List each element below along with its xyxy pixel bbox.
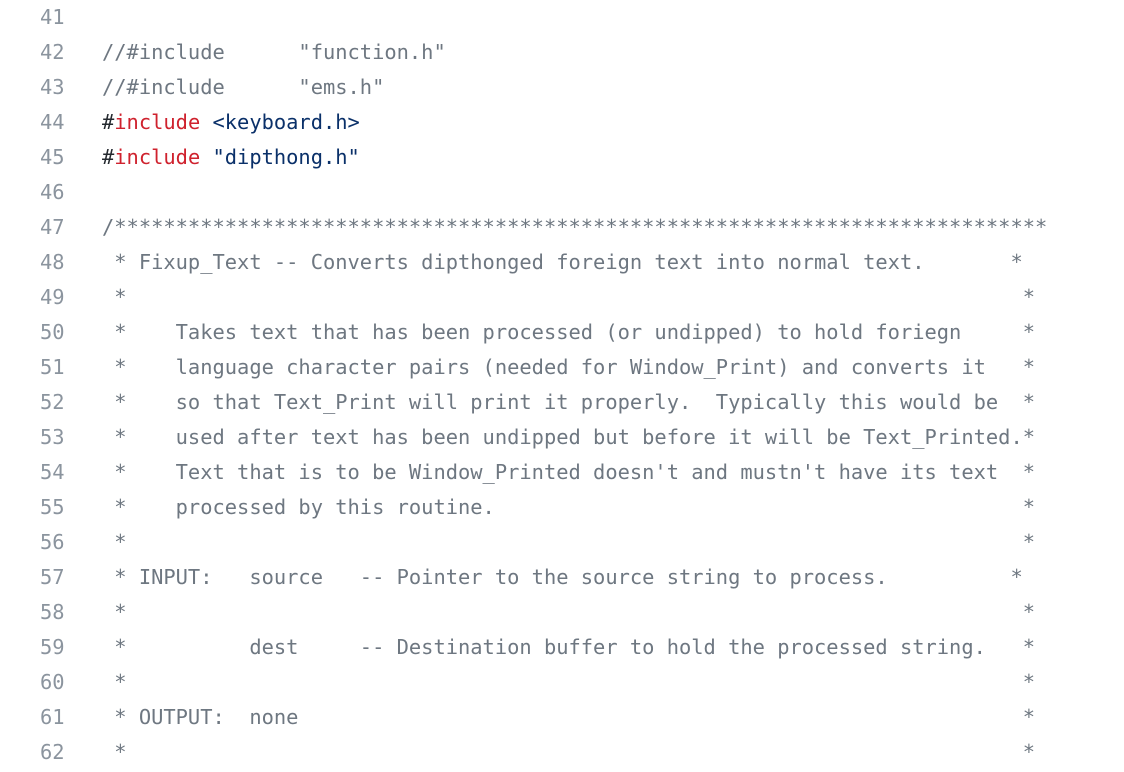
code-line: 60 * * — [0, 665, 1124, 700]
code-line: 49 * * — [0, 280, 1124, 315]
code-token-comment: * Fixup_Text -- Converts dipthonged fore… — [102, 250, 1023, 274]
code-token-comment: * Text that is to be Window_Printed does… — [102, 460, 1035, 484]
line-text: * so that Text_Print will print it prope… — [102, 385, 1035, 420]
line-number[interactable]: 51 — [40, 350, 70, 385]
line-text: * used after text has been undipped but … — [102, 420, 1035, 455]
line-number[interactable]: 43 — [40, 70, 70, 105]
code-token-comment: //#include "ems.h" — [102, 75, 385, 99]
code-token-comment: /***************************************… — [102, 215, 1048, 239]
code-token-comment: //#include "function.h" — [102, 40, 446, 64]
line-number[interactable]: 58 — [40, 595, 70, 630]
line-text: * * — [102, 525, 1035, 560]
code-view: 41 42 //#include "function.h" 43 //#include … — [0, 0, 1124, 772]
code-token-comment: * * — [102, 600, 1035, 624]
code-line: 56 * * — [0, 525, 1124, 560]
line-number[interactable]: 62 — [40, 735, 70, 770]
code-token-comment: * Takes text that has been processed (or… — [102, 320, 1035, 344]
line-text: * * — [102, 665, 1035, 700]
code-token-comment: * * — [102, 285, 1035, 309]
line-text: * INPUT: source -- Pointer to the source… — [102, 560, 1023, 595]
code-line: 55 * processed by this routine. * — [0, 490, 1124, 525]
line-number[interactable]: 61 — [40, 700, 70, 735]
line-text: * * — [102, 595, 1035, 630]
line-number[interactable]: 56 — [40, 525, 70, 560]
line-number[interactable]: 45 — [40, 140, 70, 175]
line-number[interactable]: 48 — [40, 245, 70, 280]
code-line: 51 * language character pairs (needed fo… — [0, 350, 1124, 385]
code-token-comment: * * — [102, 740, 1035, 764]
code-token-comment: * processed by this routine. * — [102, 495, 1035, 519]
code-token-plain: # — [102, 145, 115, 169]
code-line: 62 * * — [0, 735, 1124, 770]
line-number[interactable]: 60 — [40, 665, 70, 700]
line-text: * Text that is to be Window_Printed does… — [102, 455, 1035, 490]
line-text: #include "dipthong.h" — [102, 140, 360, 175]
line-number[interactable]: 42 — [40, 35, 70, 70]
code-line: 61 * OUTPUT: none * — [0, 700, 1124, 735]
code-line: 44 #include <keyboard.h> — [0, 105, 1124, 140]
line-number[interactable]: 54 — [40, 455, 70, 490]
code-token-comment: * * — [102, 530, 1035, 554]
code-lines: 41 42 //#include "function.h" 43 //#include … — [0, 0, 1124, 770]
line-text: #include <keyboard.h> — [102, 105, 360, 140]
code-line: 53 * used after text has been undipped b… — [0, 420, 1124, 455]
line-number[interactable]: 44 — [40, 105, 70, 140]
code-token-comment: * * — [102, 670, 1035, 694]
code-line: 59 * dest -- Destination buffer to hold … — [0, 630, 1124, 665]
code-line: 50 * Takes text that has been processed … — [0, 315, 1124, 350]
code-token-comment: * language character pairs (needed for W… — [102, 355, 1035, 379]
line-text: * OUTPUT: none * — [102, 700, 1035, 735]
line-number[interactable]: 57 — [40, 560, 70, 595]
code-line: 46 — [0, 175, 1124, 210]
code-line: 42 //#include "function.h" — [0, 35, 1124, 70]
code-line: 41 — [0, 0, 1124, 35]
code-token-plain: # — [102, 110, 115, 134]
code-token-comment: * OUTPUT: none * — [102, 705, 1035, 729]
code-line: 43 //#include "ems.h" — [0, 70, 1124, 105]
line-number[interactable]: 41 — [40, 0, 70, 35]
code-token-comment: * dest -- Destination buffer to hold the… — [102, 635, 1035, 659]
line-number[interactable]: 46 — [40, 175, 70, 210]
line-number[interactable]: 50 — [40, 315, 70, 350]
line-text: * * — [102, 735, 1035, 770]
code-line: 54 * Text that is to be Window_Printed d… — [0, 455, 1124, 490]
code-line: 45 #include "dipthong.h" — [0, 140, 1124, 175]
line-number[interactable]: 52 — [40, 385, 70, 420]
code-line: 47 /*************************************… — [0, 210, 1124, 245]
code-line: 52 * so that Text_Print will print it pr… — [0, 385, 1124, 420]
line-text: * Fixup_Text -- Converts dipthonged fore… — [102, 245, 1023, 280]
code-token-comment: * so that Text_Print will print it prope… — [102, 390, 1035, 414]
line-text: //#include "ems.h" — [102, 70, 384, 105]
line-text: * dest -- Destination buffer to hold the… — [102, 630, 1035, 665]
line-text: //#include "function.h" — [102, 35, 446, 70]
code-line: 57 * INPUT: source -- Pointer to the sou… — [0, 560, 1124, 595]
line-text: * language character pairs (needed for W… — [102, 350, 1035, 385]
line-number[interactable]: 49 — [40, 280, 70, 315]
code-line: 58 * * — [0, 595, 1124, 630]
line-number[interactable]: 47 — [40, 210, 70, 245]
line-text: /***************************************… — [102, 210, 1047, 245]
line-text: * * — [102, 280, 1035, 315]
line-text: * processed by this routine. * — [102, 490, 1035, 525]
line-number[interactable]: 53 — [40, 420, 70, 455]
code-token-comment: * INPUT: source -- Pointer to the source… — [102, 565, 1023, 589]
code-token-comment: * used after text has been undipped but … — [102, 425, 1035, 449]
code-token-keyword: include — [114, 110, 201, 134]
line-number[interactable]: 55 — [40, 490, 70, 525]
line-text: * Takes text that has been processed (or… — [102, 315, 1035, 350]
code-token-keyword: include — [114, 145, 201, 169]
line-number[interactable]: 59 — [40, 630, 70, 665]
code-token-string: <keyboard.h> — [212, 110, 360, 134]
code-line: 48 * Fixup_Text -- Converts dipthonged f… — [0, 245, 1124, 280]
code-token-string: "dipthong.h" — [212, 145, 360, 169]
